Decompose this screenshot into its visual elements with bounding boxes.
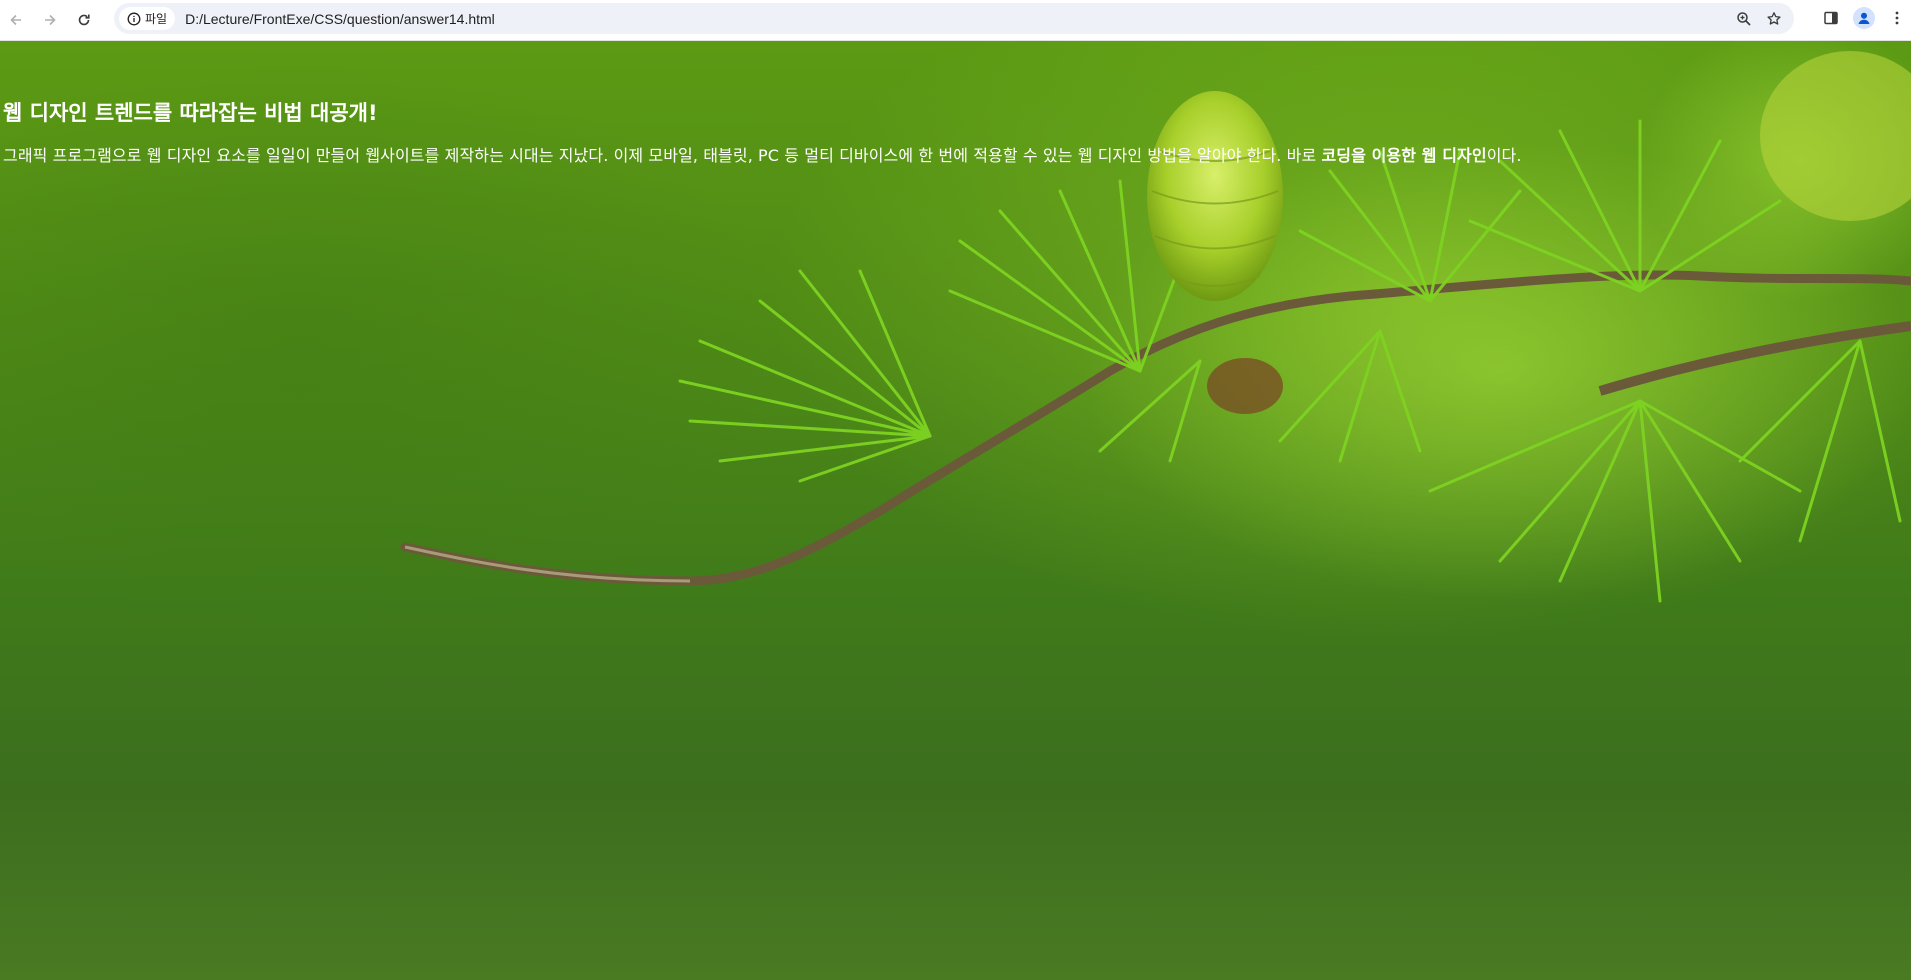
reload-button[interactable] [71,7,97,33]
background-photo [400,41,1911,603]
url-text[interactable]: D:/Lecture/FrontExe/CSS/question/answer1… [185,11,495,27]
back-button[interactable] [3,7,29,33]
browser-toolbar: 파일 D:/Lecture/FrontExe/CSS/question/answ… [0,0,1911,41]
site-info-chip[interactable]: 파일 [119,7,176,30]
page-heading: 웹 디자인 트렌드를 따라잡는 비법 대공개! [3,101,378,125]
paragraph-emphasis: 코딩을 이용한 웹 디자인 [1321,146,1487,165]
profile-icon [1858,12,1870,24]
intro-paragraph: 그래픽 프로그램으로 웹 디자인 요소를 일일이 만들어 웹사이트를 제작하는 … [3,142,1522,166]
reload-icon [78,14,90,26]
star-icon[interactable] [1766,11,1782,27]
kebab-menu-icon[interactable] [1889,10,1905,26]
forward-button[interactable] [37,7,63,33]
zoom-icon[interactable] [1736,11,1752,27]
info-icon [127,12,141,25]
paragraph-lead: 그래픽 프로그램으로 웹 디자인 요소를 일일이 만들어 웹사이트를 제작하는 … [3,146,1322,165]
site-info-label: 파일 [145,12,168,26]
paragraph-tail: 이다. [1486,146,1522,165]
arrow-right-icon [45,14,56,26]
profile-avatar[interactable] [1853,6,1875,29]
side-panel-icon[interactable] [1823,10,1839,26]
arrow-left-icon [10,14,21,26]
page-viewport: 웹 디자인 트렌드를 따라잡는 비법 대공개! 그래픽 프로그램으로 웹 디자인… [0,41,1911,980]
address-bar[interactable]: 파일 D:/Lecture/FrontExe/CSS/question/answ… [114,3,1794,34]
